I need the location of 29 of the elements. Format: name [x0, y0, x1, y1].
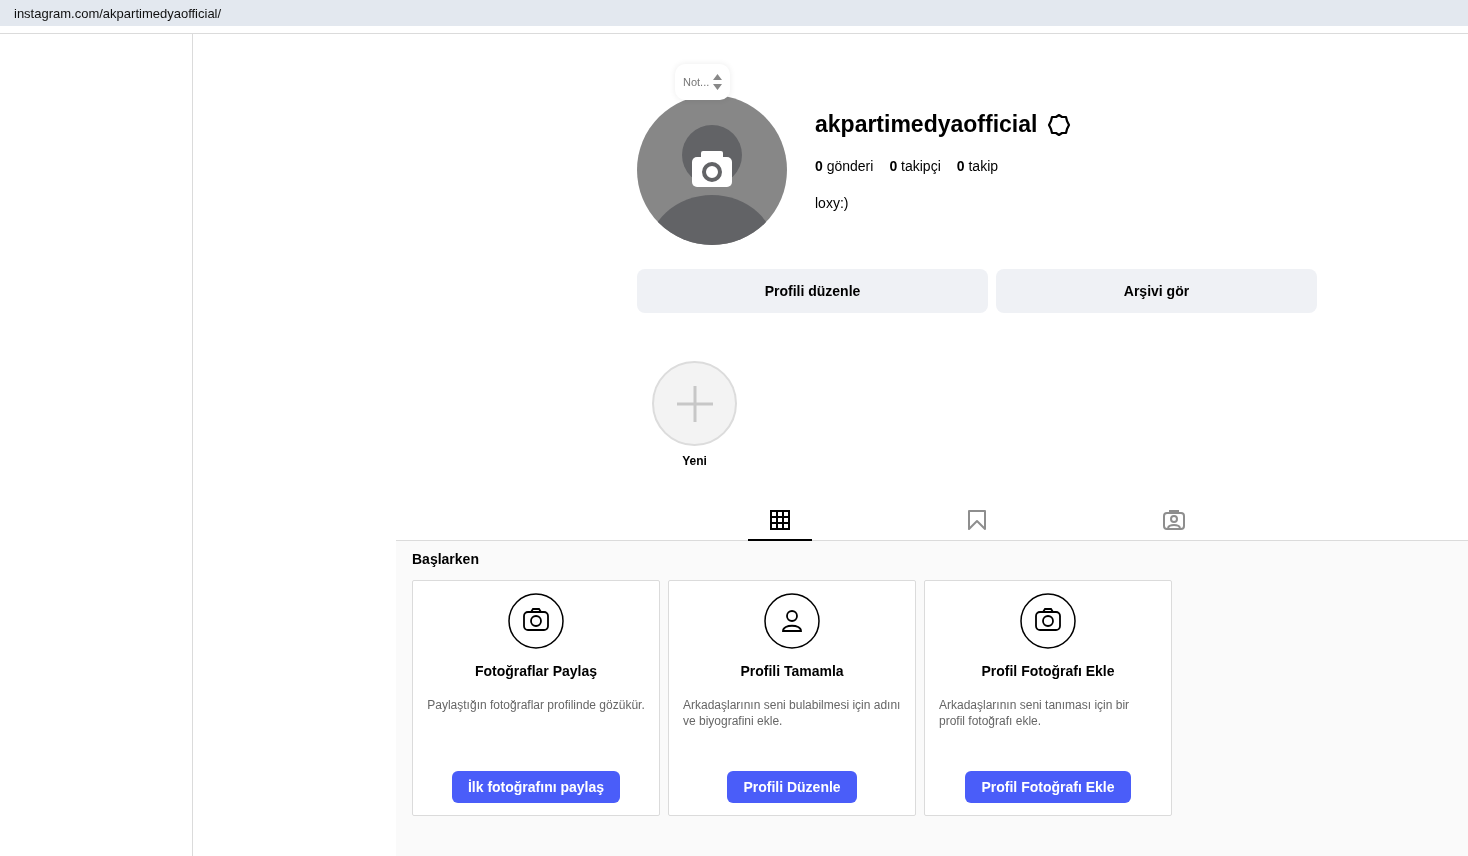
archive-button[interactable]: Arşivi gör — [996, 269, 1317, 313]
edit-profile-button[interactable]: Profili düzenle — [637, 269, 988, 313]
card-description: Paylaştığın fotoğraflar profilinde gözükür. — [427, 697, 645, 713]
bookmark-icon — [968, 510, 986, 530]
bio-text: loxy:) — [815, 195, 850, 211]
card-title: Profil Fotoğrafı Ekle — [981, 663, 1115, 679]
url-text[interactable]: instagram.com/akpartimedyaofficial/ — [14, 5, 222, 21]
note-bubble[interactable]: Not... — [675, 64, 731, 100]
card-action-button[interactable]: Profil Fotoğrafı Ekle — [965, 771, 1131, 803]
camera-icon — [1020, 593, 1076, 649]
plus-icon — [675, 384, 714, 423]
section-title: Başlarken — [412, 551, 480, 567]
stat-count[interactable]: 0 takipçi — [889, 158, 941, 174]
stat-count[interactable]: 0 gönderi — [815, 158, 874, 174]
spinner-arrows-icon — [713, 72, 723, 92]
person-icon — [764, 593, 820, 649]
grid-icon — [770, 510, 790, 530]
card-description: Arkadaşlarının seni tanıması için bir profil fotoğrafı ekle. — [939, 697, 1131, 729]
settings-icon[interactable] — [1047, 112, 1072, 137]
username: akpartimedyaofficial — [815, 111, 1038, 138]
camera-icon — [508, 593, 564, 649]
card-title: Profili Tamamla — [740, 663, 844, 679]
highlight-label: Yeni — [682, 454, 707, 468]
person-tag-icon — [1163, 510, 1185, 530]
card-action-button[interactable]: İlk fotoğrafını paylaş — [451, 771, 621, 803]
card-action-button[interactable]: Profili Düzenle — [727, 771, 857, 803]
stat-count[interactable]: 0 takip — [956, 158, 999, 174]
card-title: Fotoğraflar Paylaş — [474, 663, 598, 679]
card-description: Arkadaşlarının seni bulabilmesi için adını ve biyografini ekle. — [683, 697, 901, 729]
